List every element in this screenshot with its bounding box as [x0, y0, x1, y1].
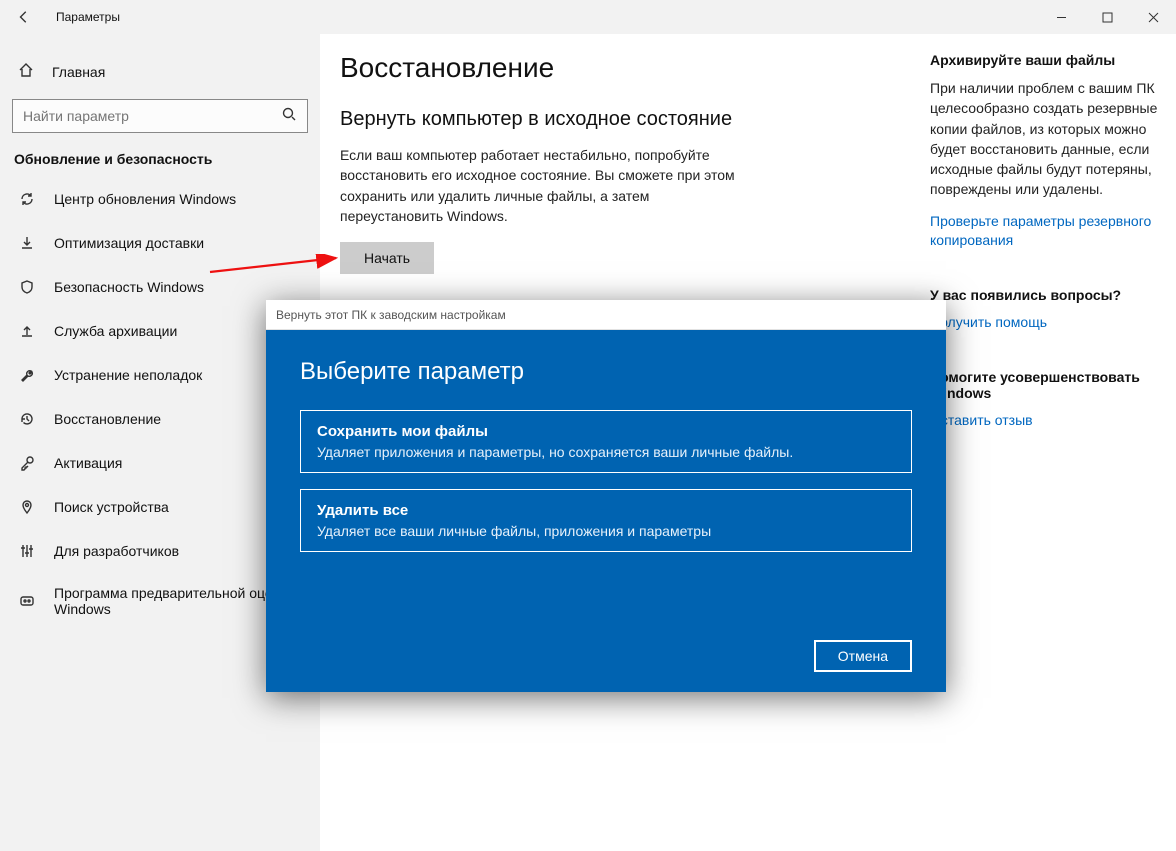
home-icon	[18, 62, 34, 81]
sidebar-section-title: Обновление и безопасность	[0, 147, 320, 177]
dialog-heading: Выберите параметр	[300, 358, 912, 386]
upload-icon	[18, 322, 36, 340]
link-get-help[interactable]: Получить помощь	[930, 313, 1170, 333]
sliders-icon	[18, 542, 36, 560]
option-description: Удаляет приложения и параметры, но сохра…	[317, 444, 895, 460]
sidebar-home-label: Главная	[52, 64, 105, 80]
option-description: Удаляет все ваши личные файлы, приложени…	[317, 523, 895, 539]
window-title: Параметры	[48, 10, 120, 24]
link-feedback[interactable]: Оставить отзыв	[930, 411, 1170, 431]
page-title: Восстановление	[340, 52, 900, 84]
section-title: Вернуть компьютер в исходное состояние	[340, 108, 900, 131]
option-keep-files[interactable]: Сохранить мои файлы Удаляет приложения и…	[300, 410, 912, 473]
insider-icon	[18, 592, 36, 610]
reset-dialog: Вернуть этот ПК к заводским настройкам В…	[266, 300, 946, 692]
search-input[interactable]	[23, 108, 281, 124]
right-heading-questions: У вас появились вопросы?	[930, 287, 1170, 303]
right-heading-backup: Архивируйте ваши файлы	[930, 52, 1170, 68]
sidebar-item-label: Поиск устройства	[54, 499, 169, 515]
sidebar-item-label: Устранение неполадок	[54, 367, 202, 383]
dialog-body: Выберите параметр Сохранить мои файлы Уд…	[266, 330, 946, 692]
sync-icon	[18, 190, 36, 208]
maximize-button[interactable]	[1084, 0, 1130, 34]
back-button[interactable]	[0, 0, 48, 34]
sidebar-item-label: Служба архивации	[54, 323, 177, 339]
cancel-button[interactable]: Отмена	[814, 640, 912, 672]
sidebar-item-label: Центр обновления Windows	[54, 191, 236, 207]
sidebar-search	[12, 99, 308, 133]
download-icon	[18, 234, 36, 252]
start-button[interactable]: Начать	[340, 242, 434, 274]
settings-window: Параметры Главная Обновление и безопасно…	[0, 0, 1176, 851]
sidebar-item-label: Для разработчиков	[54, 543, 179, 559]
location-icon	[18, 498, 36, 516]
sidebar-item-windows-update[interactable]: Центр обновления Windows	[0, 177, 320, 221]
sidebar-item-label: Активация	[54, 455, 122, 471]
shield-icon	[18, 278, 36, 296]
dialog-footer: Отмена	[814, 640, 912, 672]
right-text-backup: При наличии проблем с вашим ПК целесообр…	[930, 78, 1170, 200]
sidebar-item-delivery-optimization[interactable]: Оптимизация доставки	[0, 221, 320, 265]
option-remove-everything[interactable]: Удалить все Удаляет все ваши личные файл…	[300, 489, 912, 552]
sidebar-item-label: Восстановление	[54, 411, 161, 427]
search-box[interactable]	[12, 99, 308, 133]
titlebar: Параметры	[0, 0, 1176, 34]
link-backup-settings[interactable]: Проверьте параметры резервного копирован…	[930, 212, 1170, 251]
minimize-button[interactable]	[1038, 0, 1084, 34]
close-button[interactable]	[1130, 0, 1176, 34]
sidebar-item-label: Программа предварительной оценки Windows	[54, 585, 302, 617]
search-icon	[281, 106, 297, 127]
wrench-icon	[18, 366, 36, 384]
option-title: Удалить все	[317, 502, 895, 519]
sidebar-home[interactable]: Главная	[0, 52, 320, 91]
window-controls	[1038, 0, 1176, 34]
sidebar-item-label: Оптимизация доставки	[54, 235, 204, 251]
key-icon	[18, 454, 36, 472]
option-title: Сохранить мои файлы	[317, 423, 895, 440]
right-heading-feedback: Помогите усовершенствовать Windows	[930, 369, 1170, 401]
dialog-titlebar: Вернуть этот ПК к заводским настройкам	[266, 300, 946, 330]
history-icon	[18, 410, 36, 428]
right-column: Архивируйте ваши файлы При наличии пробл…	[930, 52, 1170, 851]
sidebar-item-label: Безопасность Windows	[54, 279, 204, 295]
section-description: Если ваш компьютер работает нестабильно,…	[340, 145, 740, 226]
